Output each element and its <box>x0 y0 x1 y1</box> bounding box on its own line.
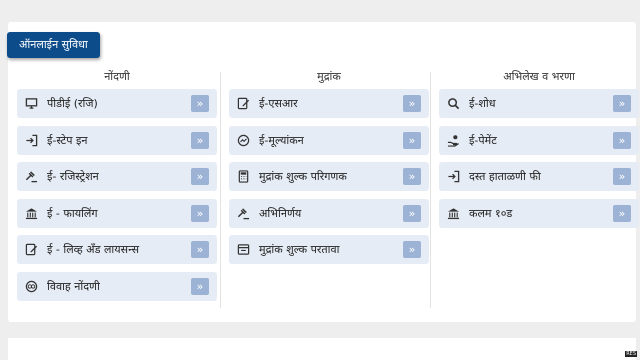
trend-circle-icon <box>237 134 250 147</box>
service-label: पीडीई (रजि) <box>47 97 98 110</box>
hand-payment-icon <box>447 134 460 147</box>
corner-badge: RES <box>625 351 637 357</box>
service-link[interactable]: विवाह नोंदणी » <box>17 271 217 301</box>
service-link[interactable]: ई - लिव्ह अँड लायसन्स » <box>17 235 217 264</box>
service-label: कलम १०ड <box>469 206 513 220</box>
chevron-right-icon[interactable]: » <box>403 241 421 258</box>
next-section-strip <box>8 338 636 360</box>
service-link[interactable]: कलम १०ड » <box>439 198 639 228</box>
monitor-icon <box>25 97 38 110</box>
service-link[interactable]: पीडीई (रजि) » <box>17 89 217 118</box>
column-registration: नोंदणी पीडीई (रजि)» ई-स्टेप इन» ई- रजिस्ट्… <box>17 70 217 308</box>
chevron-right-icon[interactable]: » <box>403 204 421 222</box>
service-link[interactable]: ई-शोध » <box>439 89 639 118</box>
column-divider <box>430 72 431 308</box>
chevron-right-icon[interactable]: » <box>613 204 631 222</box>
sign-in-icon <box>447 170 460 183</box>
rings-icon <box>25 280 38 293</box>
service-link[interactable]: ई-स्टेप इन » <box>17 125 217 155</box>
chevron-right-icon[interactable]: » <box>191 131 209 149</box>
service-link[interactable]: मुद्रांक शुल्क परतावा » <box>229 235 429 264</box>
gavel-icon <box>25 170 38 183</box>
service-link[interactable]: ई - फायलिंग » <box>17 198 217 228</box>
service-label: ई-शोध <box>469 97 496 110</box>
column-stamp: मुद्रांक ई-एसआर» ई-मूल्यांकन» मुद्रांक शुल… <box>229 70 429 272</box>
service-label: विवाह नोंदणी <box>47 279 100 293</box>
chevron-right-icon[interactable]: » <box>403 168 421 185</box>
edit-document-icon <box>25 243 38 256</box>
gavel-icon <box>237 207 250 220</box>
chevron-right-icon[interactable]: » <box>191 241 209 258</box>
chevron-right-icon[interactable]: » <box>191 95 209 112</box>
service-link[interactable]: ई-पेमेंट » <box>439 125 639 155</box>
service-label: ई - फायलिंग <box>47 206 98 220</box>
service-label: ई-स्टेप इन <box>47 133 88 147</box>
chevron-right-icon[interactable]: » <box>403 131 421 149</box>
search-icon <box>447 97 460 110</box>
column-title: अभिलेख व भरणा <box>503 70 575 83</box>
service-label: दस्त हाताळणी फी <box>469 170 541 183</box>
service-link[interactable]: मुद्रांक शुल्क परिगणक » <box>229 162 429 191</box>
chevron-right-icon[interactable]: » <box>613 168 631 185</box>
column-divider <box>220 72 221 308</box>
edit-document-icon <box>237 97 250 110</box>
chevron-right-icon[interactable]: » <box>191 204 209 222</box>
service-label: मुद्रांक शुल्क परतावा <box>259 243 340 256</box>
service-label: ई- रजिस्ट्रेशन <box>47 170 99 183</box>
column-records-payment: अभिलेख व भरणा ई-शोध» ई-पेमेंट» दस्त हाताळण… <box>439 70 639 235</box>
service-link[interactable]: ई-मूल्यांकन » <box>229 125 429 155</box>
window-icon <box>237 243 250 256</box>
chevron-right-icon[interactable]: » <box>403 95 421 112</box>
chevron-right-icon[interactable]: » <box>613 95 631 112</box>
service-link[interactable]: ई-एसआर » <box>229 89 429 118</box>
service-label: अभिनिर्णय <box>259 206 302 220</box>
service-label: ई - लिव्ह अँड लायसन्स <box>47 243 140 256</box>
service-link[interactable]: अभिनिर्णय » <box>229 198 429 228</box>
service-link[interactable]: ई- रजिस्ट्रेशन » <box>17 162 217 191</box>
column-title: मुद्रांक <box>317 70 341 83</box>
service-label: मुद्रांक शुल्क परिगणक <box>259 170 347 183</box>
chevron-right-icon[interactable]: » <box>191 277 209 295</box>
sign-in-icon <box>25 134 38 147</box>
service-label: ई-एसआर <box>259 97 298 110</box>
calculator-icon <box>237 170 250 183</box>
chevron-right-icon[interactable]: » <box>191 168 209 185</box>
column-title: नोंदणी <box>104 70 130 83</box>
chevron-right-icon[interactable]: » <box>613 131 631 149</box>
service-label: ई-मूल्यांकन <box>259 133 304 147</box>
bank-icon <box>447 207 460 220</box>
service-link[interactable]: दस्त हाताळणी फी » <box>439 162 639 191</box>
bank-icon <box>25 207 38 220</box>
service-label: ई-पेमेंट <box>469 133 497 147</box>
section-title-badge: ऑनलाईन सुविधा <box>7 32 100 58</box>
